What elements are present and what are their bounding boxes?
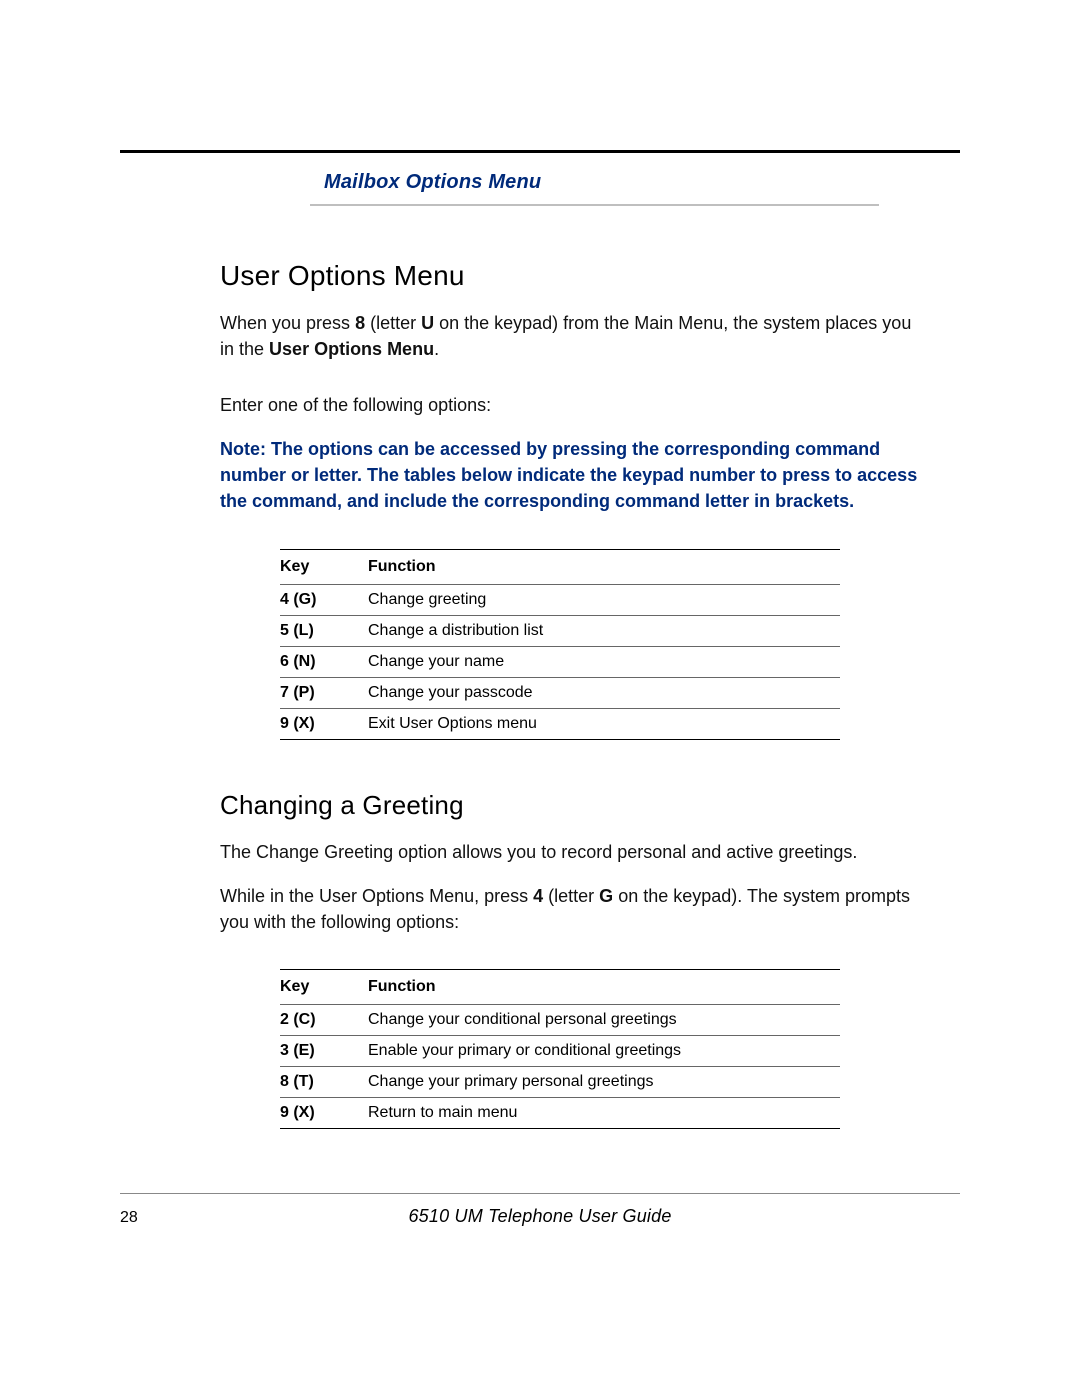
top-rule: Mailbox Options Menu: [120, 150, 960, 206]
cell-function: Change your name: [368, 646, 840, 677]
table-row: 5 (L) Change a distribution list: [280, 615, 840, 646]
page-footer: 28 6510 UM Telephone User Guide: [120, 1193, 960, 1227]
key-4: 4: [533, 886, 543, 906]
changing-greeting-heading: Changing a Greeting: [220, 790, 920, 821]
header-tab: Mailbox Options Menu: [310, 163, 879, 206]
letter-g: G: [599, 886, 613, 906]
key-8: 8: [355, 313, 365, 333]
page: Mailbox Options Menu User Options Menu W…: [0, 0, 1080, 1397]
cell-function: Return to main menu: [368, 1097, 840, 1128]
content-area: User Options Menu When you press 8 (lett…: [220, 260, 920, 1129]
table-row: 9 (X) Return to main menu: [280, 1097, 840, 1128]
table-row: 7 (P) Change your passcode: [280, 677, 840, 708]
text-fragment: (letter: [543, 886, 599, 906]
cell-function: Change your primary personal greetings: [368, 1066, 840, 1097]
cell-key: 6 (N): [280, 646, 368, 677]
user-options-table: Key Function 4 (G) Change greeting 5 (L)…: [280, 549, 840, 740]
text-fragment: When you press: [220, 313, 355, 333]
header-section-title: Mailbox Options Menu: [324, 171, 541, 193]
cell-function: Change a distribution list: [368, 615, 840, 646]
th-key: Key: [280, 549, 368, 584]
footer-title: 6510 UM Telephone User Guide: [220, 1206, 960, 1227]
cell-key: 7 (P): [280, 677, 368, 708]
changing-greeting-instruction: While in the User Options Menu, press 4 …: [220, 883, 920, 935]
letter-u: U: [421, 313, 434, 333]
page-number: 28: [120, 1209, 220, 1227]
th-function: Function: [368, 969, 840, 1004]
table-header-row: Key Function: [280, 549, 840, 584]
text-fragment: .: [434, 339, 439, 359]
cell-function: Enable your primary or conditional greet…: [368, 1035, 840, 1066]
cell-key: 9 (X): [280, 1097, 368, 1128]
enter-options-text: Enter one of the following options:: [220, 392, 920, 418]
cell-function: Change your conditional personal greetin…: [368, 1004, 840, 1035]
note-text: Note: The options can be accessed by pre…: [220, 436, 920, 514]
cell-key: 9 (X): [280, 708, 368, 739]
user-options-menu-bold: User Options Menu: [269, 339, 434, 359]
table-row: 9 (X) Exit User Options menu: [280, 708, 840, 739]
user-options-intro: When you press 8 (letter U on the keypad…: [220, 310, 920, 362]
table-header-row: Key Function: [280, 969, 840, 1004]
cell-function: Exit User Options menu: [368, 708, 840, 739]
cell-key: 4 (G): [280, 584, 368, 615]
th-function: Function: [368, 549, 840, 584]
cell-key: 8 (T): [280, 1066, 368, 1097]
table-row: 3 (E) Enable your primary or conditional…: [280, 1035, 840, 1066]
cell-key: 5 (L): [280, 615, 368, 646]
table-row: 4 (G) Change greeting: [280, 584, 840, 615]
user-options-heading: User Options Menu: [220, 260, 920, 292]
table-row: 6 (N) Change your name: [280, 646, 840, 677]
cell-function: Change greeting: [368, 584, 840, 615]
cell-key: 3 (E): [280, 1035, 368, 1066]
greeting-table: Key Function 2 (C) Change your condition…: [280, 969, 840, 1129]
text-fragment: (letter: [365, 313, 421, 333]
changing-greeting-intro: The Change Greeting option allows you to…: [220, 839, 920, 865]
table-row: 8 (T) Change your primary personal greet…: [280, 1066, 840, 1097]
table-row: 2 (C) Change your conditional personal g…: [280, 1004, 840, 1035]
th-key: Key: [280, 969, 368, 1004]
cell-function: Change your passcode: [368, 677, 840, 708]
cell-key: 2 (C): [280, 1004, 368, 1035]
text-fragment: While in the User Options Menu, press: [220, 886, 533, 906]
